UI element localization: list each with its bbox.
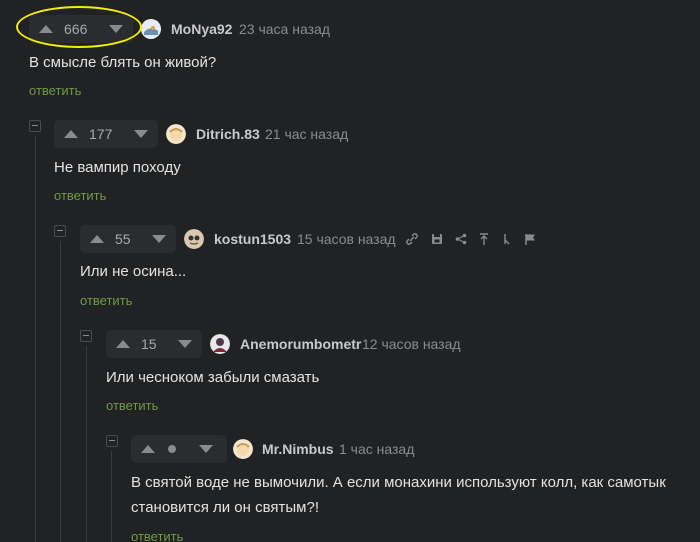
top-icon[interactable] xyxy=(477,232,491,246)
score-hidden-dot xyxy=(168,445,176,453)
comment-text-line-2: становится ли он святым?! xyxy=(131,499,319,516)
timestamp[interactable]: 21 час назад xyxy=(265,126,348,142)
username[interactable]: Mr.Nimbus xyxy=(262,441,334,457)
avatar[interactable] xyxy=(141,19,161,39)
upvote-arrow-icon[interactable] xyxy=(141,445,155,453)
downvote-arrow-icon[interactable] xyxy=(178,340,192,348)
timestamp[interactable]: 12 часов назад xyxy=(362,336,461,352)
downvote-arrow-icon[interactable] xyxy=(152,235,166,243)
comment-score: 15 xyxy=(141,336,157,352)
comment-score: 666 xyxy=(64,21,88,37)
comment-text: Или не осина... xyxy=(80,263,187,280)
reply-link[interactable]: ответить xyxy=(54,188,106,204)
vote-box xyxy=(131,435,227,463)
username[interactable]: Ditrich.83 xyxy=(196,126,260,142)
downvote-arrow-icon[interactable] xyxy=(109,25,123,33)
thread-line-3 xyxy=(86,346,87,542)
avatar[interactable] xyxy=(184,229,204,249)
collapse-toggle[interactable] xyxy=(54,225,66,237)
link-icon[interactable] xyxy=(405,232,419,246)
share-icon[interactable] xyxy=(454,232,468,246)
comment-text: Не вампир походу xyxy=(54,159,181,176)
avatar-image-icon xyxy=(184,229,204,249)
username[interactable]: MoNya92 xyxy=(171,21,232,37)
vote-box: 55 xyxy=(80,225,176,253)
avatar[interactable] xyxy=(210,334,230,354)
branch-icon[interactable] xyxy=(500,232,514,246)
collapse-toggle[interactable] xyxy=(80,330,92,342)
flag-icon[interactable] xyxy=(523,232,537,246)
upvote-arrow-icon[interactable] xyxy=(64,130,78,138)
reply-link[interactable]: ответить xyxy=(106,398,158,414)
avatar[interactable] xyxy=(166,124,186,144)
reply-link[interactable]: ответить xyxy=(131,529,183,542)
avatar[interactable] xyxy=(233,439,253,459)
downvote-arrow-icon[interactable] xyxy=(199,445,213,453)
upvote-arrow-icon[interactable] xyxy=(116,340,130,348)
reply-link[interactable]: ответить xyxy=(80,293,132,309)
avatar-image-icon xyxy=(233,439,253,459)
save-icon[interactable] xyxy=(430,232,444,246)
vote-box: 15 xyxy=(106,330,202,358)
vote-box: 177 xyxy=(54,120,158,148)
username[interactable]: Anemorumbometr xyxy=(240,336,361,352)
avatar-image-icon xyxy=(210,334,230,354)
comment-text-line-1: В святой воде не вымочили. А если монахи… xyxy=(131,474,666,491)
timestamp[interactable]: 1 час назад xyxy=(339,441,414,457)
timestamp[interactable]: 15 часов назад xyxy=(297,231,396,247)
timestamp[interactable]: 23 часа назад xyxy=(239,21,330,37)
comment-text: Или чесноком забыли смазать xyxy=(106,369,320,386)
avatar-image-icon xyxy=(141,19,161,39)
upvote-arrow-icon[interactable] xyxy=(90,235,104,243)
collapse-toggle[interactable] xyxy=(29,120,41,132)
avatar-image-icon xyxy=(166,124,186,144)
thread-line-1 xyxy=(35,136,36,542)
thread-line-4 xyxy=(111,451,112,542)
downvote-arrow-icon[interactable] xyxy=(134,130,148,138)
reply-link[interactable]: ответить xyxy=(29,83,81,99)
comment-score: 55 xyxy=(115,231,131,247)
upvote-arrow-icon[interactable] xyxy=(39,25,53,33)
comment-score: 177 xyxy=(89,126,113,142)
collapse-toggle[interactable] xyxy=(106,435,118,447)
comment-text: В смысле блять он живой? xyxy=(29,54,217,71)
vote-box: 666 xyxy=(29,15,133,43)
username[interactable]: kostun1503 xyxy=(214,231,291,247)
thread-line-2 xyxy=(60,241,61,542)
